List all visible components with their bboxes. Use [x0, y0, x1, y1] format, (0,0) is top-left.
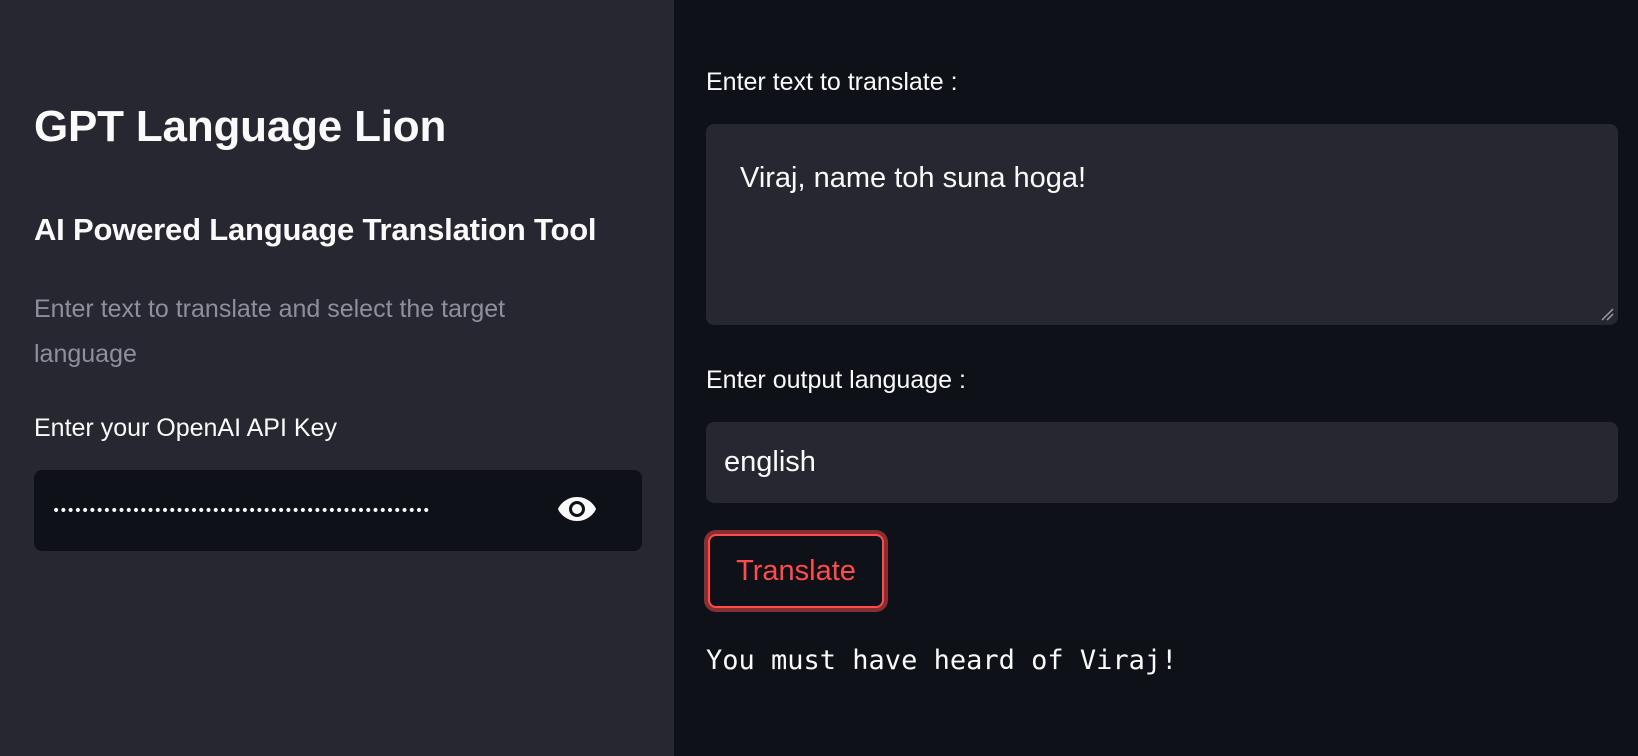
output-language-input[interactable]: [706, 422, 1618, 503]
eye-icon: [557, 495, 597, 528]
app-description: Enter text to translate and select the t…: [34, 295, 506, 368]
main-panel: Enter text to translate : Viraj, name to…: [674, 0, 1638, 756]
output-language-label: Enter output language :: [706, 366, 966, 394]
app-subtitle: AI Powered Language Translation Tool: [34, 212, 597, 247]
input-text-container: Viraj, name toh suna hoga!: [706, 124, 1618, 325]
api-key-field: [34, 470, 642, 551]
input-text-label: Enter text to translate :: [706, 68, 958, 96]
api-key-label: Enter your OpenAI API Key: [34, 414, 337, 442]
app-root: GPT Language Lion AI Powered Language Tr…: [0, 0, 1638, 756]
translate-button[interactable]: Translate: [708, 534, 884, 608]
translation-result: You must have heard of Viraj!: [706, 645, 1178, 676]
input-text-area[interactable]: Viraj, name toh suna hoga!: [706, 124, 1618, 325]
show-password-toggle[interactable]: [552, 486, 602, 536]
resize-handle-icon[interactable]: [1600, 307, 1614, 321]
sidebar: GPT Language Lion AI Powered Language Tr…: [0, 0, 674, 756]
app-title: GPT Language Lion: [34, 102, 447, 151]
api-key-input[interactable]: [34, 470, 534, 551]
